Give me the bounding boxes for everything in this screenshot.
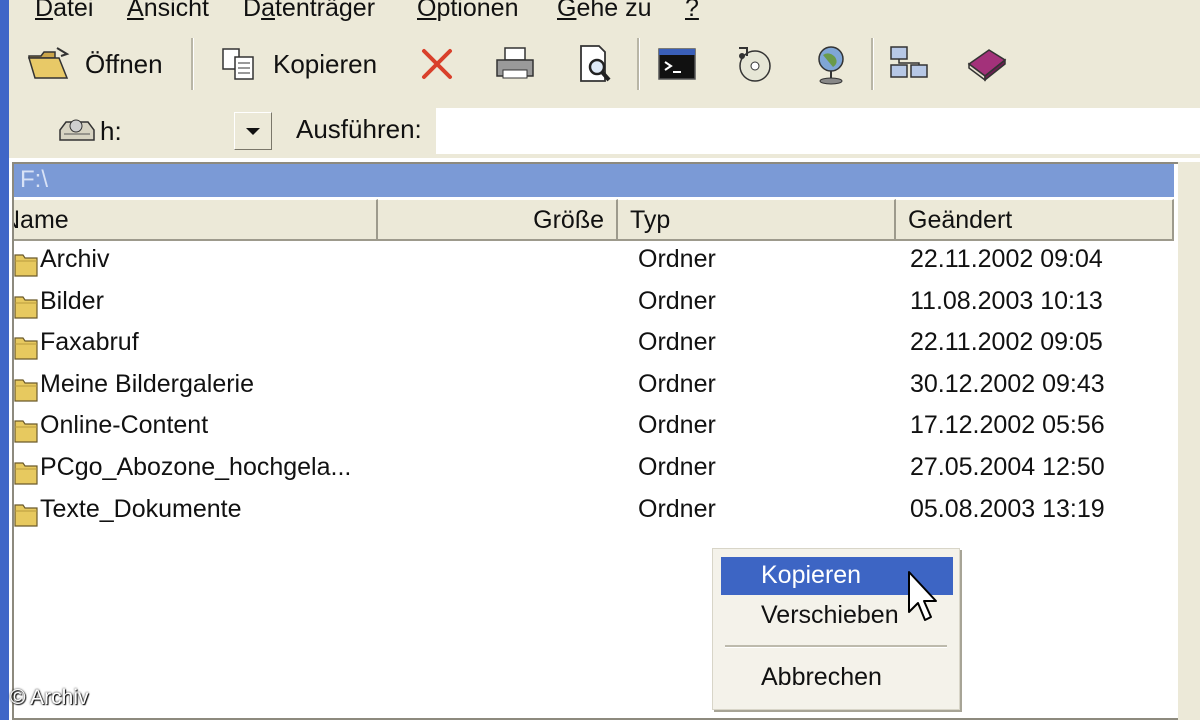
table-row[interactable]: Meine Bildergalerie Ordner 30.12.2002 09:4… xyxy=(14,368,1174,410)
help-book-button[interactable] xyxy=(965,42,1009,86)
file-type: Ordner xyxy=(638,369,716,398)
file-type: Ordner xyxy=(638,411,716,440)
table-row[interactable]: Online-Content Ordner 17.12.2002 05:56 xyxy=(14,409,1174,451)
file-name: Texte_Dokumente xyxy=(40,494,242,523)
watermark: © Archiv xyxy=(10,686,89,709)
menu-optionen[interactable]: Optionen xyxy=(417,0,518,23)
column-header-modified[interactable]: Geändert xyxy=(896,199,1174,241)
context-item-abbrechen[interactable]: Abbrechen xyxy=(721,659,953,697)
delete-icon xyxy=(422,49,452,79)
table-row[interactable]: PCgo_Abozone_hochgela... Ordner 27.05.2004… xyxy=(14,451,1174,493)
file-modified: 05.08.2003 13:19 xyxy=(910,494,1105,523)
context-item-label: Kopieren xyxy=(761,561,862,589)
run-label: Ausführen: xyxy=(296,114,422,144)
copy-icon xyxy=(222,48,254,80)
menu-gehe-zu[interactable]: Gehe zu xyxy=(557,0,652,23)
network-icon xyxy=(890,46,928,78)
path-text: F:\ xyxy=(20,166,48,193)
toolbar-separator xyxy=(871,38,874,90)
print-preview-icon xyxy=(580,45,611,82)
file-modified: 30.12.2002 09:43 xyxy=(910,369,1105,398)
context-separator xyxy=(725,645,947,648)
folder-icon xyxy=(14,420,38,443)
file-type: Ordner xyxy=(638,453,716,481)
copy-label: Kopieren xyxy=(273,48,378,79)
file-type: Ordner xyxy=(638,286,716,315)
print-preview-button[interactable] xyxy=(575,42,615,86)
path-bar: F:\ xyxy=(14,164,1174,197)
file-modified: 11.08.2003 10:13 xyxy=(910,286,1103,315)
column-type-label: Typ xyxy=(630,206,671,234)
drive-dropdown-button[interactable] xyxy=(234,112,272,150)
cd-button[interactable] xyxy=(733,42,775,86)
column-header-type[interactable]: Typ xyxy=(618,199,896,241)
file-name: Faxabruf xyxy=(40,328,139,357)
table-row[interactable]: Bilder Ordner 11.08.2003 10:13 xyxy=(14,285,1174,327)
column-header-name[interactable]: Name xyxy=(14,199,378,241)
file-name: Bilder xyxy=(40,286,104,315)
folder-icon xyxy=(14,295,38,319)
network-globe-button[interactable] xyxy=(811,42,851,86)
column-header-size[interactable]: Größe xyxy=(378,199,618,241)
file-modified: 17.12.2002 05:56 xyxy=(910,411,1105,440)
open-button[interactable]: Öffnen xyxy=(27,42,163,86)
menu-bar: Datei Ansicht Datenträger Optionen Gehe … xyxy=(9,0,1200,30)
chevron-down-icon xyxy=(246,128,260,135)
menu-ansicht[interactable]: Ansicht xyxy=(127,0,209,23)
print-icon xyxy=(496,47,534,79)
table-row[interactable]: Faxabruf Ordner 22.11.2002 09:05 xyxy=(14,326,1174,368)
drive-value: h: xyxy=(100,116,122,146)
context-item-label: Abbrechen xyxy=(761,663,882,691)
cd-icon xyxy=(739,47,771,82)
file-name: Archiv xyxy=(40,245,110,273)
toolbar-separator xyxy=(637,38,640,90)
column-modified-label: Geändert xyxy=(908,206,1013,234)
file-modified: 27.05.2004 12:50 xyxy=(910,453,1105,481)
file-type: Ordner xyxy=(638,245,716,273)
toolbar-separator xyxy=(191,38,194,90)
folder-icon xyxy=(14,379,38,402)
folder-icon xyxy=(14,503,38,527)
folder-icon xyxy=(14,254,38,277)
drive-icon xyxy=(59,119,95,141)
help-book-icon xyxy=(967,49,1007,82)
delete-button[interactable] xyxy=(419,42,455,86)
file-name: Online-Content xyxy=(40,411,209,440)
command-prompt-button[interactable] xyxy=(657,42,697,86)
menu-help[interactable]: ? xyxy=(685,0,699,23)
folder-icon xyxy=(14,462,38,485)
print-button[interactable] xyxy=(493,42,537,86)
open-folder-icon xyxy=(27,47,70,79)
file-modified: 22.11.2002 09:05 xyxy=(910,328,1103,357)
mouse-cursor-icon xyxy=(908,571,937,621)
network-button[interactable] xyxy=(887,42,931,86)
file-name: PCgo_Abozone_hochgela... xyxy=(40,453,352,481)
file-type: Ordner xyxy=(638,494,716,523)
table-row[interactable]: Texte_Dokumente Ordner 05.08.2003 13:19 xyxy=(14,493,1174,535)
column-size-label: Größe xyxy=(533,206,604,234)
menu-datei[interactable]: Datei xyxy=(35,0,93,23)
run-input[interactable] xyxy=(436,108,1200,154)
copy-button[interactable]: Kopieren xyxy=(219,42,377,86)
table-row[interactable]: Archiv Ordner 22.11.2002 09:04 xyxy=(14,243,1174,285)
context-item-label: Verschieben xyxy=(761,601,899,629)
command-prompt-icon xyxy=(658,48,696,80)
toolbar: Öffnen Kopieren xyxy=(9,30,1200,98)
file-modified: 22.11.2002 09:04 xyxy=(910,245,1103,273)
file-type: Ordner xyxy=(638,328,716,357)
network-globe-icon xyxy=(818,46,844,85)
scrollbar[interactable] xyxy=(1178,162,1200,720)
window-edge xyxy=(0,0,9,720)
open-label: Öffnen xyxy=(85,48,163,79)
menu-datentraeger[interactable]: Datenträger xyxy=(243,0,375,23)
folder-icon xyxy=(14,337,38,360)
file-name: Meine Bildergalerie xyxy=(40,369,255,398)
